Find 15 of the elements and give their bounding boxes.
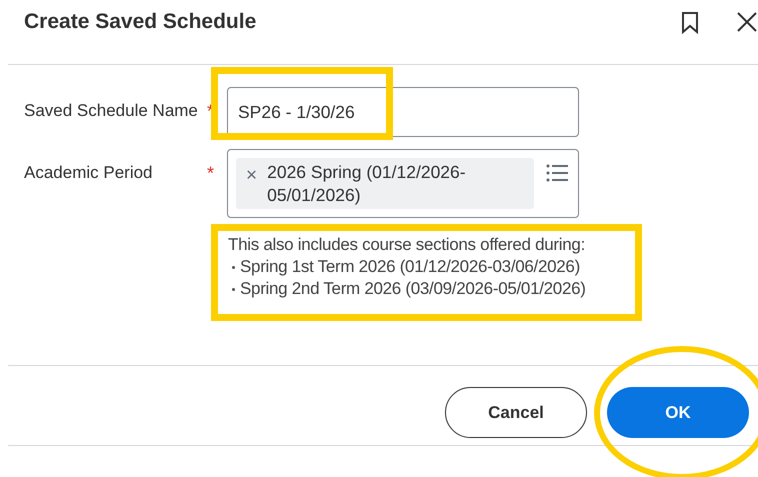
- info-note: This also includes course sections offered during: Spring 1st Term 2026 (01/12/2026-03/06/2026) Spring 2nd Term 2026 (03/09/2026-05/01/2026): [228, 234, 587, 300]
- period-field[interactable]: × 2026 Spring (01/12/2026-05/01/2026): [227, 149, 579, 218]
- selected-period-tag[interactable]: × 2026 Spring (01/12/2026-05/01/2026): [236, 158, 534, 209]
- dialog-title: Create Saved Schedule: [24, 9, 258, 35]
- field-label: Saved Schedule Name: [24, 100, 199, 121]
- required-mark: *: [207, 162, 216, 183]
- cancel-button[interactable]: Cancel: [445, 387, 587, 438]
- tag-text: 2026 Spring (01/12/2026-05/01/2026): [267, 161, 467, 207]
- close-icon[interactable]: [737, 12, 757, 32]
- name-field[interactable]: SP26 - 1/30/26: [227, 87, 579, 137]
- field-label: Academic Period: [24, 162, 154, 183]
- remove-icon[interactable]: ×: [246, 161, 258, 207]
- list-icon[interactable]: [546, 164, 568, 182]
- ok-button[interactable]: OK: [607, 387, 749, 438]
- bookmark-icon[interactable]: [681, 12, 699, 34]
